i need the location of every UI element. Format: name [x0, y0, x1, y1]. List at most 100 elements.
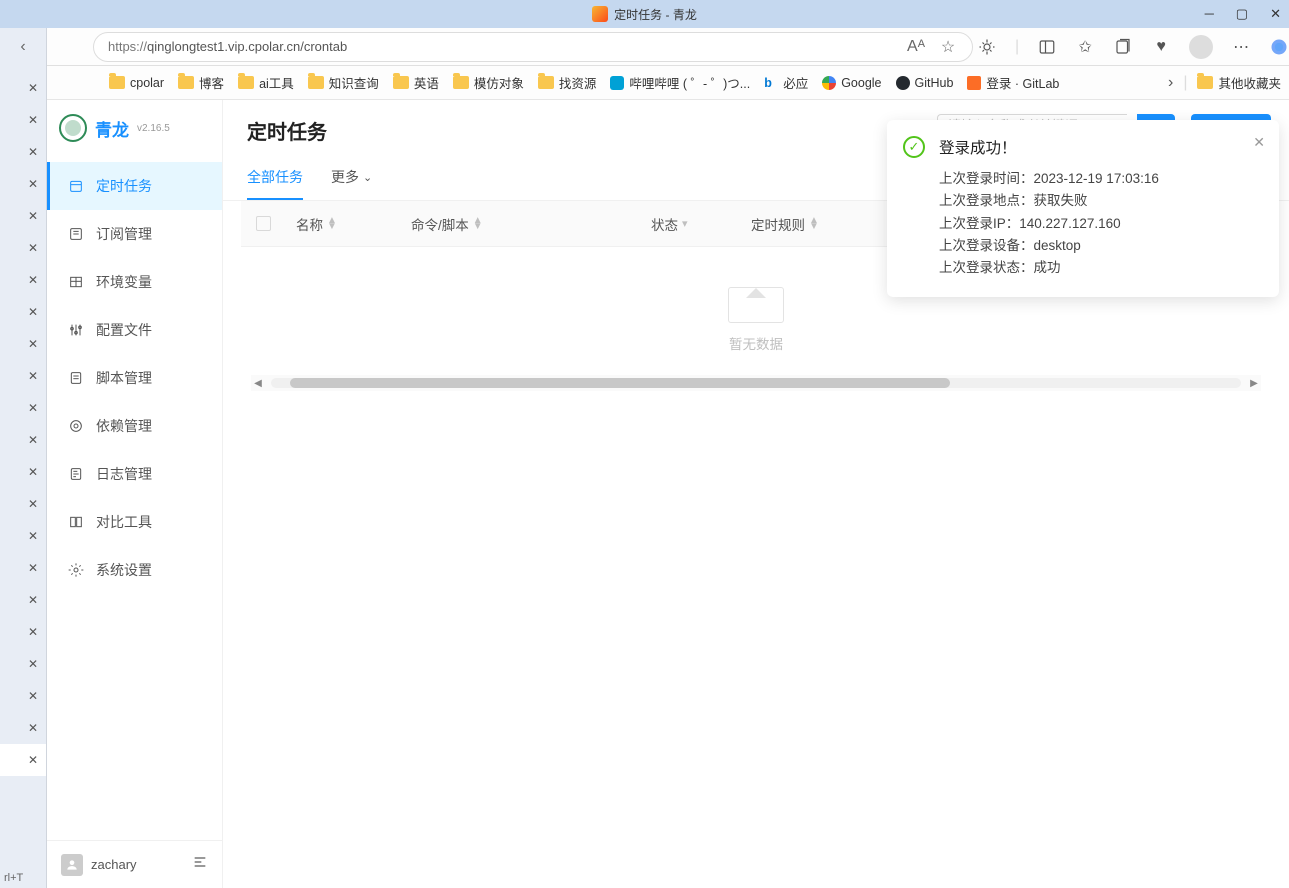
empty-text: 暂无数据: [241, 333, 1271, 353]
more-icon[interactable]: ⋯: [1231, 37, 1251, 57]
performance-icon[interactable]: ♥: [1151, 37, 1171, 57]
scroll-track[interactable]: [271, 378, 1241, 388]
file-icon: [68, 370, 84, 386]
back-button[interactable]: ‹: [0, 28, 46, 66]
bookmark-item[interactable]: GitHub: [896, 76, 954, 90]
tab-item[interactable]: ✕: [0, 712, 46, 744]
chevron-down-icon: ⌄: [363, 171, 372, 184]
column-cron[interactable]: 定时规则▲▼: [741, 214, 871, 234]
sort-icon: ▲▼: [327, 218, 337, 230]
tab-item[interactable]: ✕: [0, 680, 46, 712]
column-name[interactable]: 名称▲▼: [286, 214, 401, 234]
bookmark-item[interactable]: 知识查询: [308, 73, 379, 92]
extensions-icon[interactable]: [977, 37, 997, 57]
tab-item[interactable]: ✕: [0, 328, 46, 360]
read-aloud-icon[interactable]: Aᴬ: [906, 37, 926, 57]
tab-item[interactable]: ✕: [0, 552, 46, 584]
folder-icon: [453, 76, 469, 89]
bookmark-item[interactable]: cpolar: [109, 76, 164, 90]
tab-more[interactable]: 更多⌄: [331, 159, 372, 200]
bookmark-item[interactable]: 模仿对象: [453, 73, 524, 92]
scroll-right-arrow[interactable]: ▶: [1247, 378, 1261, 389]
maximize-button[interactable]: ▢: [1236, 6, 1248, 22]
address-bar: https://qinglongtest1.vip.cpolar.cn/cron…: [47, 28, 1289, 66]
tab-item[interactable]: ✕: [0, 296, 46, 328]
window-title: 定时任务 - 青龙: [614, 6, 697, 23]
logo-version: v2.16.5: [137, 123, 170, 134]
sidebar-item-logs[interactable]: 日志管理: [47, 450, 222, 498]
bookmark-item[interactable]: b必应: [764, 73, 808, 92]
bookmarks-overflow[interactable]: ›: [1168, 74, 1173, 92]
tab-item[interactable]: ✕: [0, 232, 46, 264]
tab-item[interactable]: ✕: [0, 72, 46, 104]
select-all-checkbox[interactable]: [256, 216, 271, 231]
bookmark-item[interactable]: ai工具: [238, 73, 294, 92]
tab-item[interactable]: ✕: [0, 616, 46, 648]
bookmark-item[interactable]: 找资源: [538, 73, 597, 92]
tab-item[interactable]: ✕: [0, 200, 46, 232]
user-info[interactable]: zachary: [61, 854, 137, 876]
favorites-icon[interactable]: ✩: [1075, 37, 1095, 57]
column-status[interactable]: 状态▾: [641, 214, 741, 234]
separator: |: [1015, 38, 1019, 56]
tab-item[interactable]: ✕: [0, 136, 46, 168]
folder-icon: [308, 76, 324, 89]
sidebar-item-crontab[interactable]: 定时任务: [47, 162, 222, 210]
url-input[interactable]: https://qinglongtest1.vip.cpolar.cn/cron…: [93, 32, 973, 62]
scroll-left-arrow[interactable]: ◀: [251, 378, 265, 389]
sliders-icon: [68, 322, 84, 338]
table-icon: [68, 274, 84, 290]
copilot-icon[interactable]: [1269, 37, 1289, 57]
tab-item[interactable]: ✕: [0, 424, 46, 456]
bookmark-item[interactable]: 博客: [178, 73, 224, 92]
sidebar-item-deps[interactable]: 依赖管理: [47, 402, 222, 450]
logo[interactable]: 青龙 v2.16.5: [47, 100, 222, 156]
column-command[interactable]: 命令/脚本▲▼: [401, 214, 641, 234]
close-window-button[interactable]: ✕: [1270, 6, 1281, 22]
sidebar-toggle-icon[interactable]: [1037, 37, 1057, 57]
tab-item[interactable]: ✕: [0, 648, 46, 680]
notification-line: 上次登录状态：成功: [939, 257, 1261, 279]
tab-item[interactable]: ✕: [0, 488, 46, 520]
other-bookmarks[interactable]: 其他收藏夹: [1197, 73, 1281, 92]
horizontal-scrollbar[interactable]: ◀ ▶: [251, 375, 1261, 391]
tab-item[interactable]: ✕: [0, 456, 46, 488]
github-icon: [896, 76, 910, 90]
scroll-thumb[interactable]: [290, 378, 950, 388]
filter-icon[interactable]: ▾: [682, 217, 688, 230]
close-notification-button[interactable]: ✕: [1253, 134, 1265, 151]
tab-item[interactable]: ✕: [0, 520, 46, 552]
bookmark-item[interactable]: 登录 · GitLab: [967, 73, 1059, 92]
tab-item[interactable]: ✕: [0, 264, 46, 296]
tab-item[interactable]: ✕: [0, 104, 46, 136]
sidebar-item-settings[interactable]: 系统设置: [47, 546, 222, 594]
rss-icon: [68, 226, 84, 242]
profile-avatar[interactable]: [1189, 35, 1213, 59]
user-avatar-icon: [61, 854, 83, 876]
tab-item[interactable]: ✕: [0, 392, 46, 424]
package-icon: [68, 418, 84, 434]
collections-icon[interactable]: [1113, 37, 1133, 57]
sidebar-item-env[interactable]: 环境变量: [47, 258, 222, 306]
gear-icon: [68, 562, 84, 578]
tab-item[interactable]: ✕: [0, 360, 46, 392]
sidebar-item-scripts[interactable]: 脚本管理: [47, 354, 222, 402]
bookmark-item[interactable]: Google: [822, 76, 881, 90]
sidebar-item-subscription[interactable]: 订阅管理: [47, 210, 222, 258]
tab-all-tasks[interactable]: 全部任务: [247, 159, 303, 200]
url-protocol: https://: [108, 39, 147, 54]
bookmark-item[interactable]: 英语: [393, 73, 439, 92]
gitlab-icon: [967, 76, 981, 90]
diff-icon: [68, 514, 84, 530]
star-icon[interactable]: ☆: [938, 37, 958, 57]
tab-item[interactable]: ✕: [0, 168, 46, 200]
collapse-sidebar-button[interactable]: [192, 854, 208, 875]
tab-item[interactable]: ✕: [0, 744, 46, 776]
sidebar-item-config[interactable]: 配置文件: [47, 306, 222, 354]
tab-item[interactable]: ✕: [0, 584, 46, 616]
bookmark-item[interactable]: 哔哩哔哩 ( ゜- ゜)つ...: [610, 73, 750, 92]
success-check-icon: ✓: [903, 136, 925, 158]
minimize-button[interactable]: ─: [1205, 6, 1214, 22]
logo-icon: [59, 114, 87, 142]
sidebar-item-diff[interactable]: 对比工具: [47, 498, 222, 546]
